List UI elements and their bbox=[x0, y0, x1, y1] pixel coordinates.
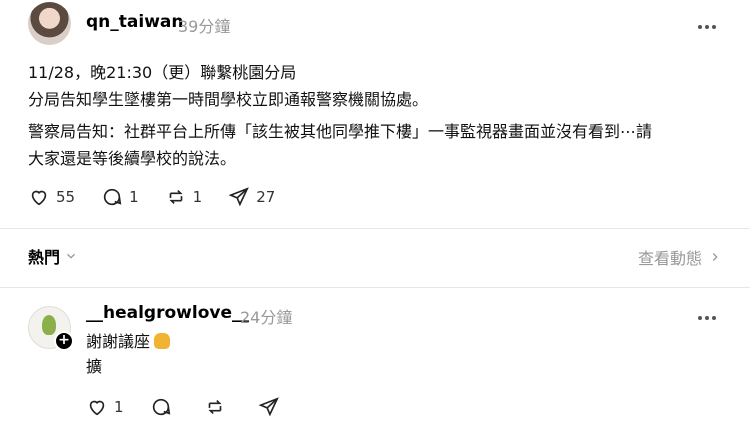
comment-icon bbox=[152, 398, 170, 416]
sort-label: 熱門 bbox=[28, 248, 61, 267]
post-time: 39分鐘 bbox=[178, 17, 231, 36]
repost-button[interactable]: 1 bbox=[165, 186, 203, 208]
post-username[interactable]: qn_taiwan bbox=[86, 12, 183, 32]
share-count: 27 bbox=[256, 188, 276, 206]
comment-icon bbox=[103, 188, 122, 206]
share-button[interactable] bbox=[258, 396, 286, 418]
like-button[interactable]: 55 bbox=[28, 186, 75, 208]
chevron-down-icon bbox=[67, 253, 75, 259]
repost-icon bbox=[207, 399, 222, 415]
comment-button[interactable] bbox=[150, 396, 178, 418]
view-activity-link[interactable]: 查看動態 bbox=[638, 245, 722, 269]
post-text-line: 警察局告知：社群平台上所傳「該生被其他同學推下樓」一事監視器畫面並沒有看到⋯請 bbox=[28, 122, 653, 141]
avatar-leaf-graphic bbox=[42, 315, 56, 335]
post-text-line: 大家還是等後續學校的說法。 bbox=[28, 149, 237, 168]
reply-actions: 1 bbox=[86, 396, 312, 418]
heart-icon bbox=[89, 400, 105, 416]
share-button[interactable]: 27 bbox=[228, 186, 275, 208]
view-activity-label: 查看動態 bbox=[637, 249, 702, 268]
reply-text-line: 擴 bbox=[86, 357, 103, 376]
post-text-block-1: 11/28，晚21:30（更）聯繫桃園分局 分局告知學生墜樓第一時間學校立即通報… bbox=[28, 59, 728, 113]
like-button[interactable]: 1 bbox=[86, 396, 124, 418]
comment-count: 1 bbox=[129, 188, 139, 206]
heart-icon bbox=[31, 190, 47, 206]
like-count: 1 bbox=[114, 398, 124, 416]
send-icon bbox=[258, 397, 279, 417]
more-icon[interactable] bbox=[698, 14, 722, 30]
more-icon[interactable] bbox=[698, 305, 722, 321]
comment-button[interactable]: 1 bbox=[101, 186, 139, 208]
reply-time: 24分鐘 bbox=[240, 308, 293, 327]
avatar[interactable] bbox=[28, 2, 71, 45]
reply-username[interactable]: __healgrowlove__ bbox=[86, 303, 249, 323]
send-icon bbox=[228, 187, 250, 207]
divider bbox=[0, 287, 750, 288]
sort-dropdown[interactable]: 熱門 bbox=[28, 244, 78, 268]
divider bbox=[0, 228, 750, 229]
like-count: 55 bbox=[56, 188, 76, 206]
repost-icon bbox=[169, 189, 183, 205]
post-text-line: 11/28，晚21:30（更）聯繫桃園分局 bbox=[28, 63, 297, 82]
follow-plus-icon[interactable]: + bbox=[54, 331, 74, 351]
folded-hands-emoji bbox=[154, 333, 171, 349]
repost-button[interactable] bbox=[204, 396, 232, 418]
reply-text-line: 謝謝議座 bbox=[86, 330, 171, 354]
post-text-line: 分局告知學生墜樓第一時間學校立即通報警察機關協處。 bbox=[28, 90, 429, 109]
reply-text: 謝謝議座 bbox=[86, 332, 151, 351]
post-text-block-2: 警察局告知：社群平台上所傳「該生被其他同學推下樓」一事監視器畫面並沒有看到⋯請 … bbox=[28, 118, 728, 172]
chevron-right-icon bbox=[712, 253, 718, 261]
repost-count: 1 bbox=[192, 188, 203, 206]
post-actions: 55 1 1 27 bbox=[28, 186, 301, 208]
